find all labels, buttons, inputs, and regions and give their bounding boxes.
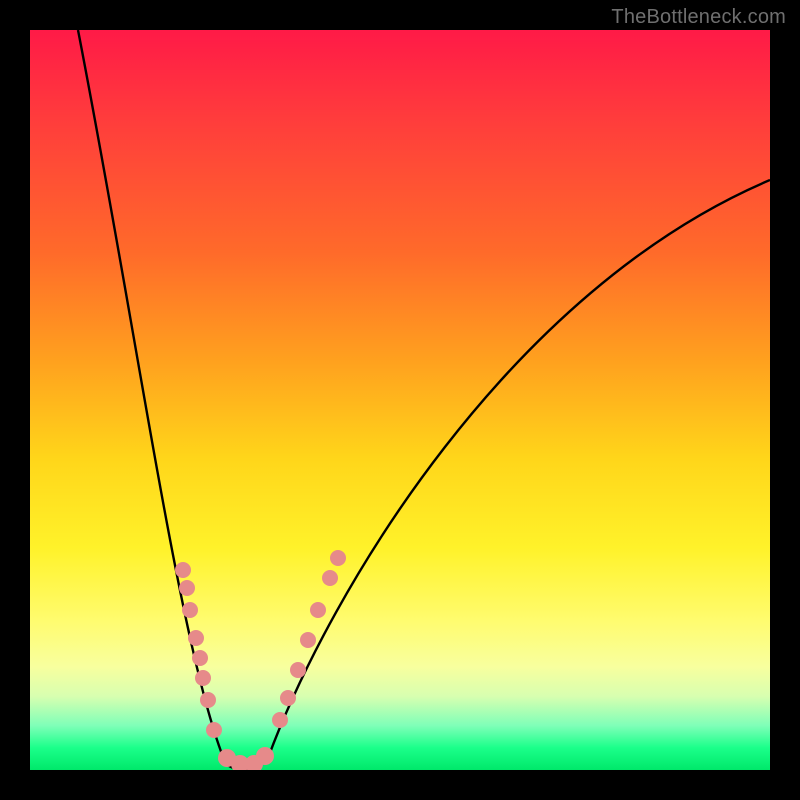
chart-plot-area xyxy=(30,30,770,770)
dot-right-6 xyxy=(330,550,346,566)
dot-trough-3 xyxy=(256,747,274,765)
dot-left-6 xyxy=(200,692,216,708)
dot-left-3 xyxy=(188,630,204,646)
bottleneck-curve-path xyxy=(78,30,770,769)
dot-left-1 xyxy=(179,580,195,596)
dot-right-0 xyxy=(272,712,288,728)
dot-right-5 xyxy=(322,570,338,586)
dot-right-3 xyxy=(300,632,316,648)
dot-left-0 xyxy=(175,562,191,578)
dot-left-2 xyxy=(182,602,198,618)
watermark-text: TheBottleneck.com xyxy=(611,6,786,29)
dot-right-2 xyxy=(290,662,306,678)
dot-left-7 xyxy=(206,722,222,738)
dot-right-4 xyxy=(310,602,326,618)
data-dots-group xyxy=(175,550,346,770)
dot-left-5 xyxy=(195,670,211,686)
dot-right-1 xyxy=(280,690,296,706)
bottleneck-curve-svg xyxy=(30,30,770,770)
dot-left-4 xyxy=(192,650,208,666)
